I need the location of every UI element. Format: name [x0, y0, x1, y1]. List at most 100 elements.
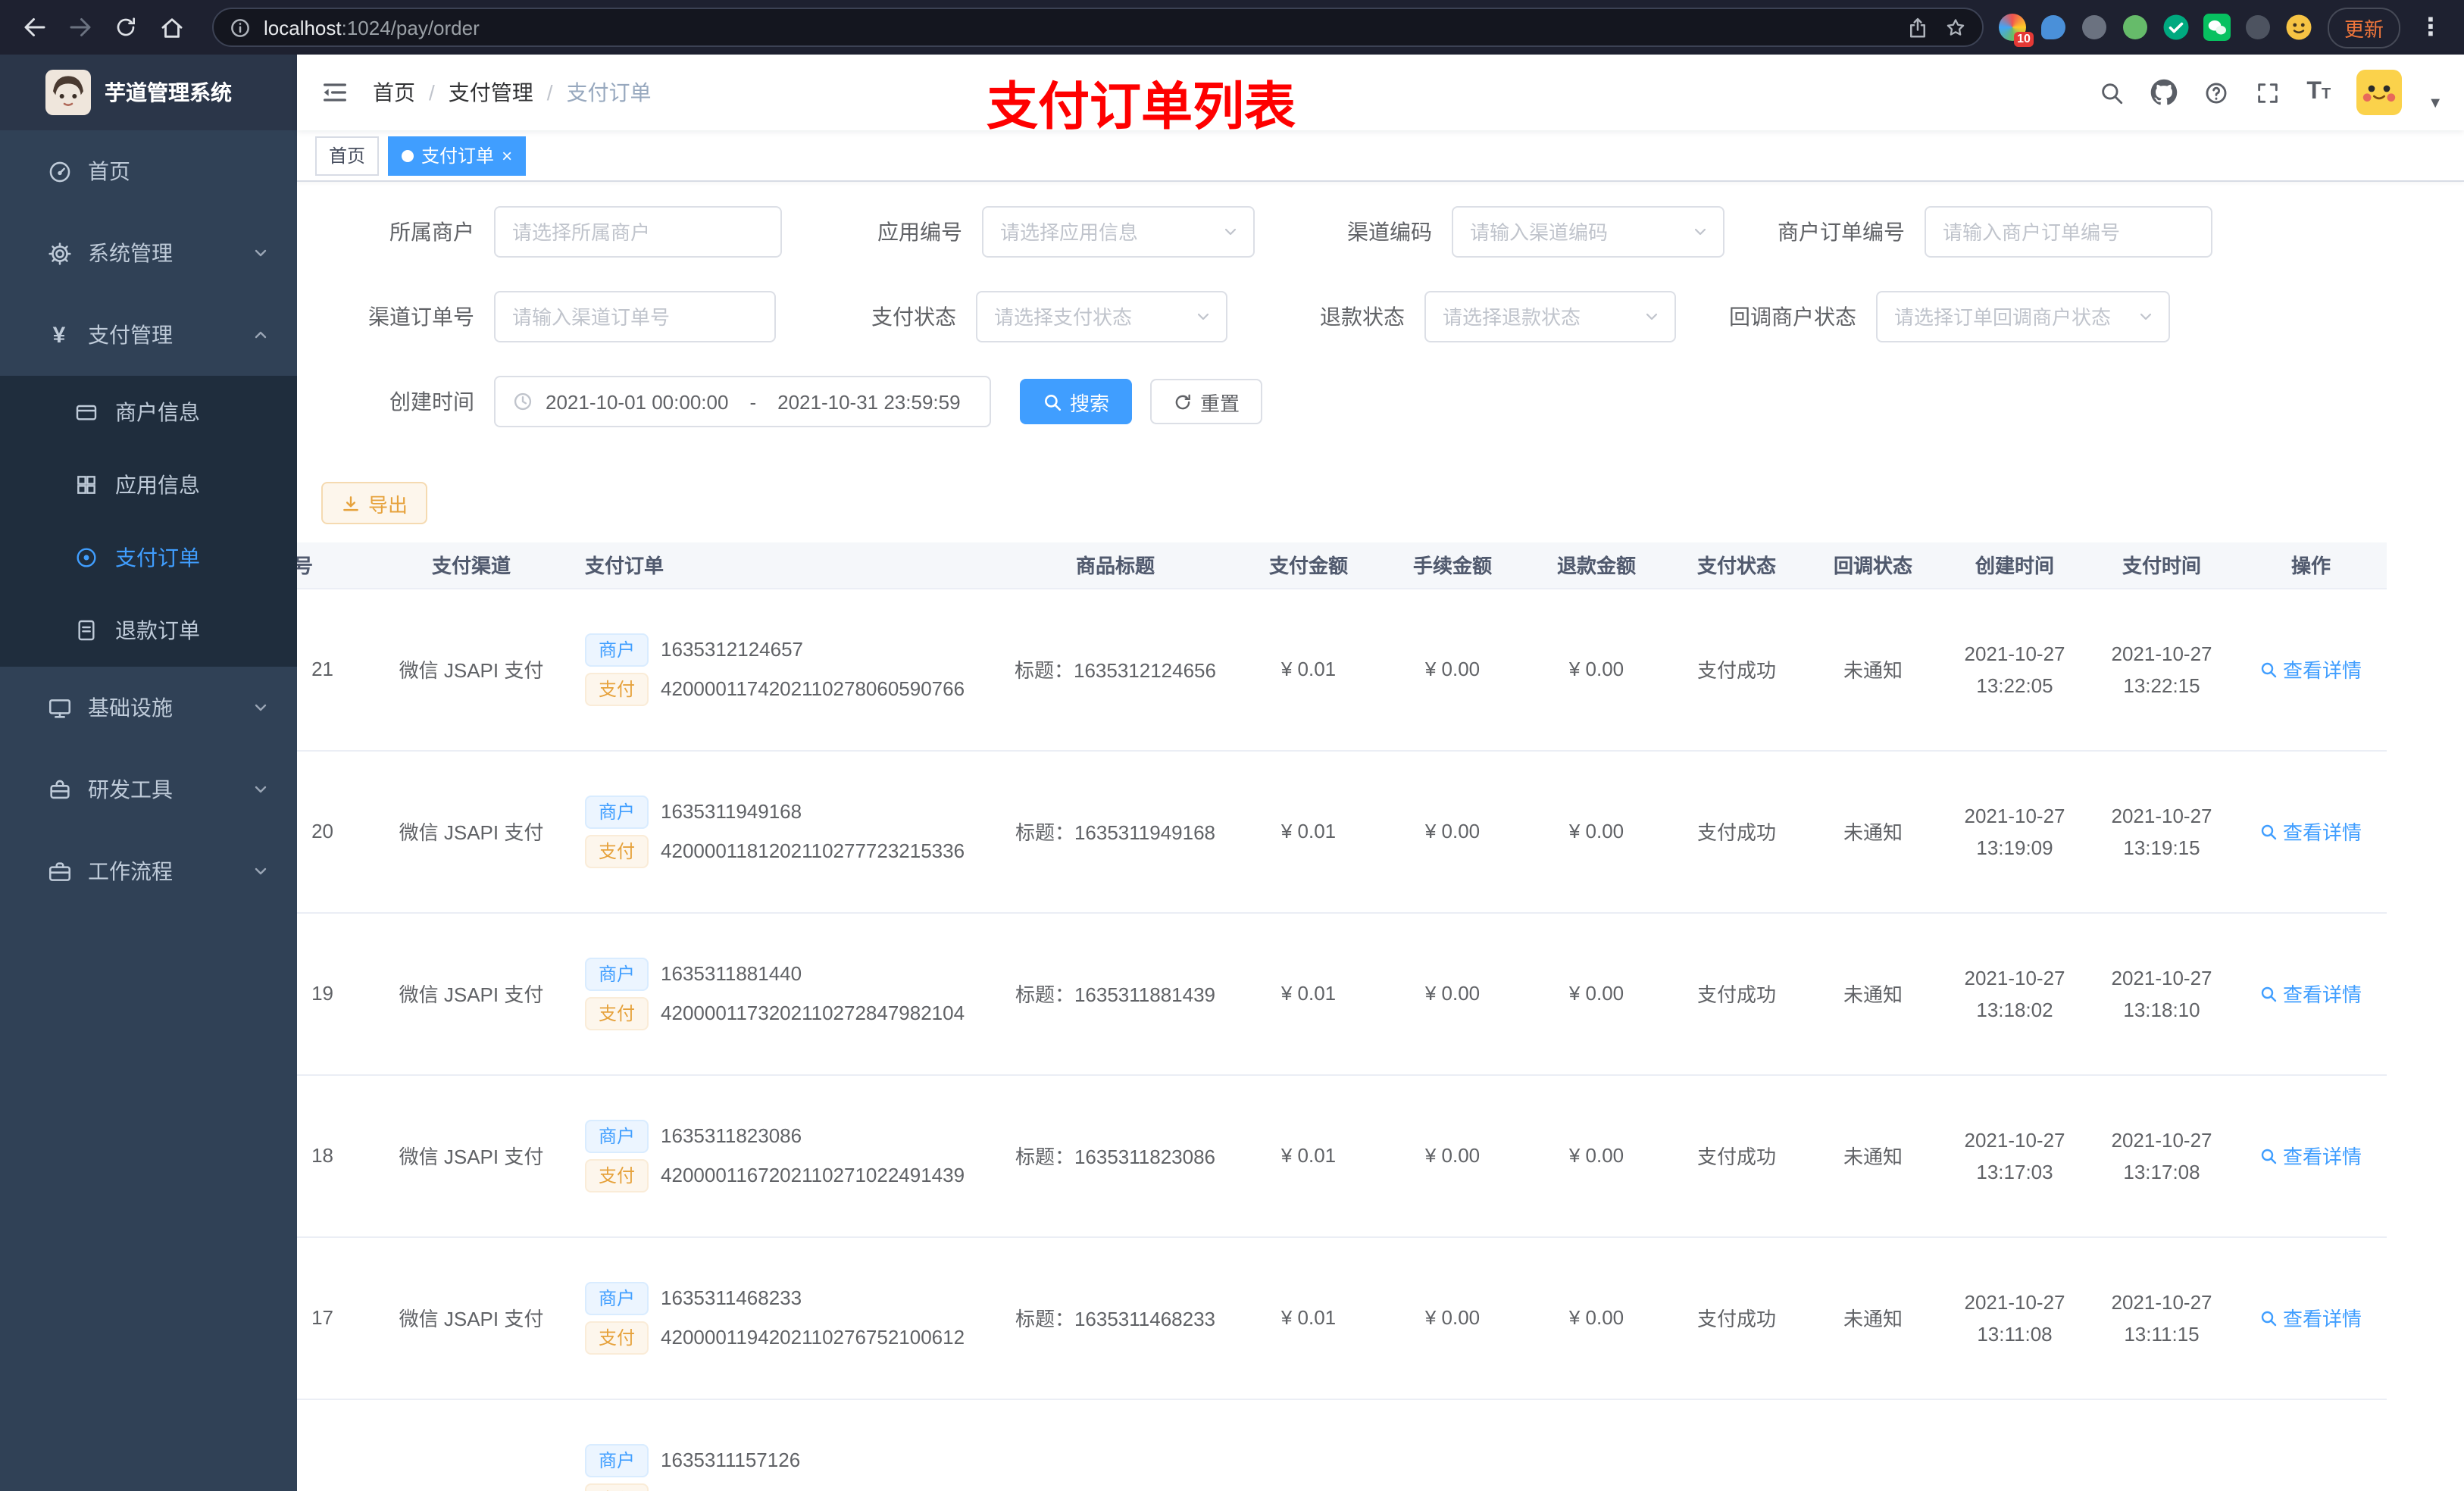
pay-channel: 微信 JSAPI 支付: [399, 659, 544, 682]
briefcase-icon: [45, 858, 73, 884]
app-id-label: 应用编号: [877, 220, 962, 244]
pay-tag: 支付: [585, 1158, 649, 1192]
breadcrumb-payment-management[interactable]: 支付管理: [449, 77, 533, 108]
pay-status: 支付成功: [1696, 659, 1776, 682]
app-select[interactable]: [982, 206, 1255, 258]
extension-avatar-icon[interactable]: [2285, 14, 2312, 41]
browser-menu-icon[interactable]: ⋮: [2412, 12, 2449, 42]
pay-amount: ¥ 0.01: [1280, 1144, 1337, 1167]
payment-submenu: 商户信息 应用信息 支付订单 退款订单: [0, 376, 297, 667]
refund-status-select[interactable]: [1424, 291, 1676, 342]
callback-status-select[interactable]: [1876, 291, 2170, 342]
sidebar-item-refund-order[interactable]: 退款订单: [0, 594, 297, 667]
pay-time: 13:18:10: [2123, 998, 2200, 1021]
credit-card-icon: [73, 400, 100, 424]
view-detail-link[interactable]: 查看详情: [2260, 817, 2362, 846]
merchant-order-no: 1635311468233: [661, 1286, 802, 1309]
sidebar-item-infrastructure[interactable]: 基础设施: [0, 667, 297, 749]
col-title: 商品标题: [994, 542, 1237, 589]
tab-home[interactable]: 首页: [315, 136, 380, 175]
goods-title: 标题：1635311949168: [1015, 821, 1216, 844]
help-icon[interactable]: [2203, 80, 2229, 105]
merchant-label: 所属商户: [389, 220, 474, 244]
github-icon[interactable]: [2150, 79, 2178, 106]
extension-gray-icon[interactable]: [2081, 14, 2108, 41]
pay-status-label: 支付状态: [871, 305, 956, 329]
share-icon[interactable]: [1906, 16, 1929, 39]
tab-pay-order[interactable]: 支付订单 ×: [388, 136, 527, 175]
col-channel: 支付渠道: [373, 542, 570, 589]
sidebar-item-workflow[interactable]: 工作流程: [0, 830, 297, 912]
close-tab-icon[interactable]: ×: [502, 146, 512, 164]
reset-button[interactable]: 重置: [1150, 379, 1263, 424]
extension-colorful-icon[interactable]: 10: [1998, 14, 2034, 47]
notify-status: 未通知: [1843, 983, 1903, 1006]
merchant-tag: 商户: [585, 1281, 649, 1314]
site-info-icon[interactable]: [229, 16, 252, 39]
extension-dark-icon[interactable]: [2244, 14, 2272, 41]
font-size-icon[interactable]: TT: [2306, 79, 2331, 106]
breadcrumb-home[interactable]: 首页: [373, 77, 415, 108]
sidebar-item-payment-management[interactable]: ¥ 支付管理: [0, 294, 297, 376]
sidebar-item-system-management[interactable]: 系统管理: [0, 212, 297, 294]
app-logo[interactable]: 芋道管理系统: [0, 55, 297, 130]
channel-order-input[interactable]: [494, 291, 776, 342]
view-detail-link[interactable]: 查看详情: [2260, 1303, 2362, 1332]
sidebar-item-home[interactable]: 首页: [0, 130, 297, 212]
sidebar-toggle-icon[interactable]: [297, 55, 373, 130]
col-amount: 支付金额: [1237, 542, 1381, 589]
browser-update-button[interactable]: 更新: [2327, 7, 2400, 48]
table-row: 21 微信 JSAPI 支付 商户 1635312124657 支付 42000…: [297, 588, 2387, 751]
chevron-down-icon: [252, 780, 270, 799]
sidebar-item-app-info[interactable]: 应用信息: [0, 449, 297, 521]
create-time: 13:22:05: [1976, 674, 2053, 696]
url-bar[interactable]: localhost:1024/pay/order: [212, 8, 1984, 47]
col-create-time: 创建时间: [1941, 542, 2088, 589]
notify-status: 未通知: [1843, 659, 1903, 682]
extension-check-icon[interactable]: [2162, 14, 2190, 41]
merchant-order-input[interactable]: [1925, 206, 2212, 258]
reload-icon[interactable]: [106, 8, 145, 47]
channel-pay-no: 4200001181202110277723215336: [661, 839, 965, 862]
create-time: 13:11:08: [1977, 1322, 2053, 1345]
merchant-tag: 商户: [585, 1443, 649, 1477]
pay-status: 支付成功: [1696, 821, 1776, 844]
sidebar-item-merchant-info[interactable]: 商户信息: [0, 376, 297, 449]
fullscreen-icon[interactable]: [2255, 80, 2281, 105]
pay-status-select[interactable]: [976, 291, 1227, 342]
view-detail-link[interactable]: 查看详情: [2260, 655, 2362, 683]
bookmark-star-icon[interactable]: [1944, 16, 1967, 39]
search-icon[interactable]: [2099, 80, 2125, 105]
table-row: 20 微信 JSAPI 支付 商户 1635311949168 支付 42000…: [297, 750, 2387, 913]
merchant-tag: 商户: [585, 795, 649, 828]
merchant-order-no: 1635311823086: [661, 1124, 802, 1147]
user-avatar[interactable]: [2356, 70, 2403, 115]
extension-chat-icon[interactable]: [2203, 14, 2231, 41]
sidebar-item-dev-tools[interactable]: 研发工具: [0, 749, 297, 830]
user-menu-caret-icon[interactable]: ▼: [2428, 95, 2443, 111]
col-notify: 回调状态: [1805, 542, 1941, 589]
channel-code-select[interactable]: [1452, 206, 1724, 258]
extension-drop-icon[interactable]: [2040, 14, 2067, 41]
home-icon[interactable]: [152, 8, 191, 47]
create-time-range[interactable]: 2021-10-01 00:00:00 - 2021-10-31 23:59:5…: [494, 376, 991, 427]
merchant-order-no: 1635311157126: [661, 1449, 801, 1471]
extension-green-icon[interactable]: [2122, 14, 2149, 41]
view-detail-link[interactable]: 查看详情: [2260, 1141, 2362, 1170]
pay-channel: 微信 JSAPI 支付: [399, 1308, 544, 1330]
export-button[interactable]: 导出: [321, 482, 428, 524]
table-row: 19 微信 JSAPI 支付 商户 1635311881440 支付 42000…: [297, 912, 2387, 1075]
back-icon[interactable]: [15, 8, 55, 47]
sidebar-item-pay-order[interactable]: 支付订单: [0, 521, 297, 594]
search-button[interactable]: 搜索: [1020, 379, 1133, 424]
order-id: 20: [311, 820, 333, 842]
pay-tag: 支付: [585, 1321, 649, 1354]
create-time: 13:18:02: [1976, 998, 2053, 1021]
merchant-select[interactable]: [494, 206, 782, 258]
screen: localhost:1024/pay/order 10 更新 ⋮ 芋道管理系统 …: [0, 0, 2464, 1491]
view-detail-link[interactable]: 查看详情: [2260, 979, 2362, 1008]
pay-tag: 支付: [585, 996, 649, 1030]
forward-icon[interactable]: [61, 8, 100, 47]
browser-chrome: localhost:1024/pay/order 10 更新 ⋮: [0, 0, 2464, 55]
chevron-down-icon: [1643, 308, 1661, 326]
